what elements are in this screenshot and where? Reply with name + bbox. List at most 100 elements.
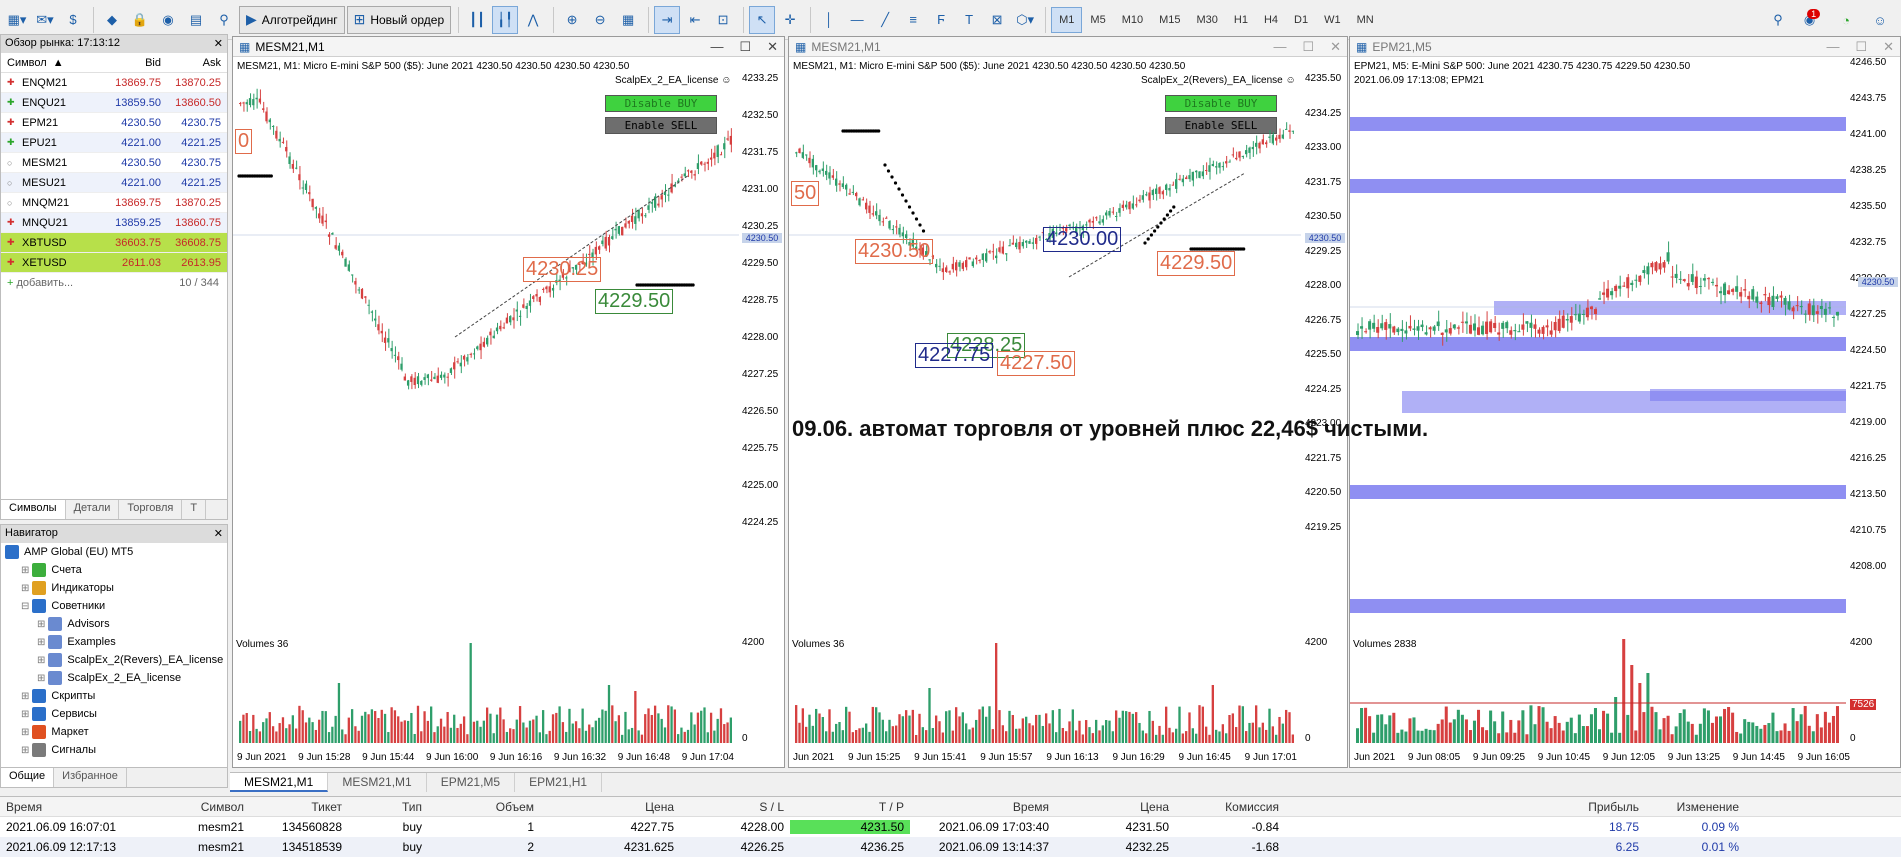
text-icon[interactable]: T	[956, 6, 982, 34]
navigator-item[interactable]: ⊞ Скрипты	[1, 687, 227, 705]
timeframe-mn[interactable]: MN	[1349, 7, 1382, 33]
trade-col-header[interactable]: Тикет	[250, 800, 348, 814]
trade-col-header[interactable]: Объем	[428, 800, 540, 814]
navigator-item[interactable]: ⊞ ScalpEx_2(Revers)_EA_license	[1, 651, 227, 669]
fibonacci-icon[interactable]: Ϝ	[928, 6, 954, 34]
market-row[interactable]: ✚ ENQM21 13869.75 13870.25	[1, 73, 227, 93]
col-bid[interactable]: Bid	[107, 57, 165, 69]
chart-window-2[interactable]: ▦ MESM21,M1 — ☐ ✕ MESM21, M1: Micro E-mini …	[788, 36, 1348, 768]
trade-col-header[interactable]: Время	[910, 800, 1055, 814]
navigator-item[interactable]: AMP Global (EU) MT5	[1, 543, 227, 561]
expand-icon[interactable]: ⊞	[21, 583, 29, 594]
market-row[interactable]: ✚ XETUSD 2611.03 2613.95	[1, 253, 227, 273]
close-icon[interactable]: ✕	[1883, 39, 1894, 55]
new-order-button[interactable]: ⊞ Новый ордер	[346, 5, 452, 34]
user-icon[interactable]: ☺	[1867, 6, 1893, 34]
expand-icon[interactable]: ⊟	[21, 601, 29, 612]
price-chart[interactable]	[789, 57, 1301, 634]
cursor-icon[interactable]: ↖	[749, 5, 776, 34]
label-icon[interactable]: ⊠	[984, 6, 1010, 34]
expand-icon[interactable]: ⊞	[21, 709, 29, 720]
notifications-icon[interactable]: ◉ 1	[1799, 6, 1825, 34]
navigator-item[interactable]: ⊞ ScalpEx_2_EA_license	[1, 669, 227, 687]
expand-icon[interactable]: ⊞	[37, 655, 45, 666]
market-row[interactable]: ✚ ENQU21 13859.50 13860.50	[1, 93, 227, 113]
algo-trading-button[interactable]: ▶ Алготрейдинг	[239, 5, 345, 34]
profiles-icon[interactable]: ✉▾	[32, 6, 58, 34]
timeframe-h1[interactable]: H1	[1226, 7, 1256, 33]
navigator-item[interactable]: ⊞ Сигналы	[1, 741, 227, 759]
minimize-icon[interactable]: —	[1273, 39, 1286, 55]
timeframe-m10[interactable]: M10	[1114, 7, 1151, 33]
close-icon[interactable]: ✕	[214, 37, 223, 51]
terminal-icon[interactable]: ▤	[183, 6, 209, 34]
trade-col-header[interactable]: T / P	[790, 800, 910, 814]
trade-row[interactable]: 2021.06.09 16:07:01 mesm21 134560828 buy 1 42…	[0, 817, 1901, 837]
close-icon[interactable]: ✕	[1330, 39, 1341, 55]
timeframe-d1[interactable]: D1	[1286, 7, 1316, 33]
maximize-icon[interactable]: ☐	[739, 39, 751, 55]
navigator-item[interactable]: ⊟ Советники	[1, 597, 227, 615]
minimize-icon[interactable]: —	[710, 39, 723, 55]
trendline-icon[interactable]: ╱	[872, 6, 898, 34]
maximize-icon[interactable]: ☐	[1855, 39, 1867, 55]
expand-icon[interactable]: ⊞	[21, 727, 29, 738]
timeframe-h4[interactable]: H4	[1256, 7, 1286, 33]
lock-icon[interactable]: 🔒	[127, 6, 153, 34]
timeframe-m5[interactable]: M5	[1082, 7, 1113, 33]
chart-tab-0[interactable]: MESM21,M1	[230, 773, 329, 792]
trade-col-header[interactable]: Изменение	[1645, 800, 1745, 814]
market-watch-icon[interactable]: $	[60, 6, 86, 34]
candle-chart-icon[interactable]: ╽╿	[492, 5, 519, 34]
tile-windows-icon[interactable]: ▦	[615, 6, 641, 34]
trade-col-header[interactable]: Символ	[150, 800, 250, 814]
trade-row[interactable]: 2021.06.09 12:17:13 mesm21 134518539 buy 2 42…	[0, 837, 1901, 857]
timeframe-w1[interactable]: W1	[1316, 7, 1349, 33]
navigator-icon[interactable]: ◆	[99, 6, 125, 34]
trade-col-header[interactable]: Тип	[348, 800, 428, 814]
navigator-item[interactable]: ⊞ Маркет	[1, 723, 227, 741]
signal-icon[interactable]: ◉	[155, 6, 181, 34]
tab-0[interactable]: Общие	[1, 768, 55, 787]
navigator-item[interactable]: ⊞ Examples	[1, 633, 227, 651]
shapes-icon[interactable]: ⬡▾	[1012, 6, 1038, 34]
market-row[interactable]: ✚ MNQU21 13859.25 13860.75	[1, 213, 227, 233]
bar-chart-icon[interactable]: ┃┃	[464, 6, 490, 34]
lvl-icon[interactable]: ◔	[1833, 6, 1859, 34]
market-row[interactable]: ✚ EPM21 4230.50 4230.75	[1, 113, 227, 133]
minimize-icon[interactable]: —	[1826, 39, 1839, 55]
market-row[interactable]: ○ MESM21 4230.50 4230.75	[1, 153, 227, 173]
volume-chart[interactable]	[789, 637, 1301, 749]
maximize-icon[interactable]: ☐	[1302, 39, 1314, 55]
chart-shift-icon[interactable]: ⇤	[682, 6, 708, 34]
trade-col-header[interactable]: Прибыль	[1285, 800, 1645, 814]
market-row[interactable]: ○ MNQM21 13869.75 13870.25	[1, 193, 227, 213]
chart-window-1[interactable]: ▦ MESM21,M1 — ☐ ✕ MESM21, M1: Micro E-mini …	[232, 36, 785, 768]
chart-tab-2[interactable]: EPM21,M5	[427, 773, 516, 792]
add-symbol-row[interactable]: + добавить... 10 / 344	[1, 273, 227, 293]
close-icon[interactable]: ✕	[767, 39, 778, 55]
tab-0[interactable]: Символы	[1, 500, 66, 519]
zoom-in-icon[interactable]: ⊕	[559, 6, 585, 34]
expand-icon[interactable]: ⊞	[37, 673, 45, 684]
col-symbol[interactable]: Символ ▲	[1, 57, 107, 69]
autoscroll-icon[interactable]: ⇥	[654, 5, 681, 34]
trade-col-header[interactable]: Комиссия	[1175, 800, 1285, 814]
search-icon[interactable]: ⚲	[1765, 6, 1791, 34]
tab-1[interactable]: Избранное	[54, 768, 127, 787]
volume-chart[interactable]	[1350, 637, 1846, 749]
navigator-item[interactable]: ⊞ Сервисы	[1, 705, 227, 723]
channel-icon[interactable]: ≡	[900, 6, 926, 34]
expand-icon[interactable]: ⊞	[21, 745, 29, 756]
navigator-item[interactable]: ⊞ Счета	[1, 561, 227, 579]
trade-col-header[interactable]: Цена	[1055, 800, 1175, 814]
market-row[interactable]: ✚ EPU21 4221.00 4221.25	[1, 133, 227, 153]
chart-tab-3[interactable]: EPM21,H1	[515, 773, 603, 792]
chart-window-3[interactable]: ▦ EPM21,M5 — ☐ ✕ EPM21, M5: E-Mini S&P 500:…	[1349, 36, 1901, 768]
tab-1[interactable]: Детали	[66, 500, 120, 519]
market-row[interactable]: ✚ XBTUSD 36603.75 36608.75	[1, 233, 227, 253]
new-chart-icon[interactable]: ▦▾	[4, 6, 30, 34]
col-ask[interactable]: Ask	[165, 57, 225, 69]
expand-icon[interactable]: ⊞	[37, 637, 45, 648]
navigator-item[interactable]: ⊞ Advisors	[1, 615, 227, 633]
